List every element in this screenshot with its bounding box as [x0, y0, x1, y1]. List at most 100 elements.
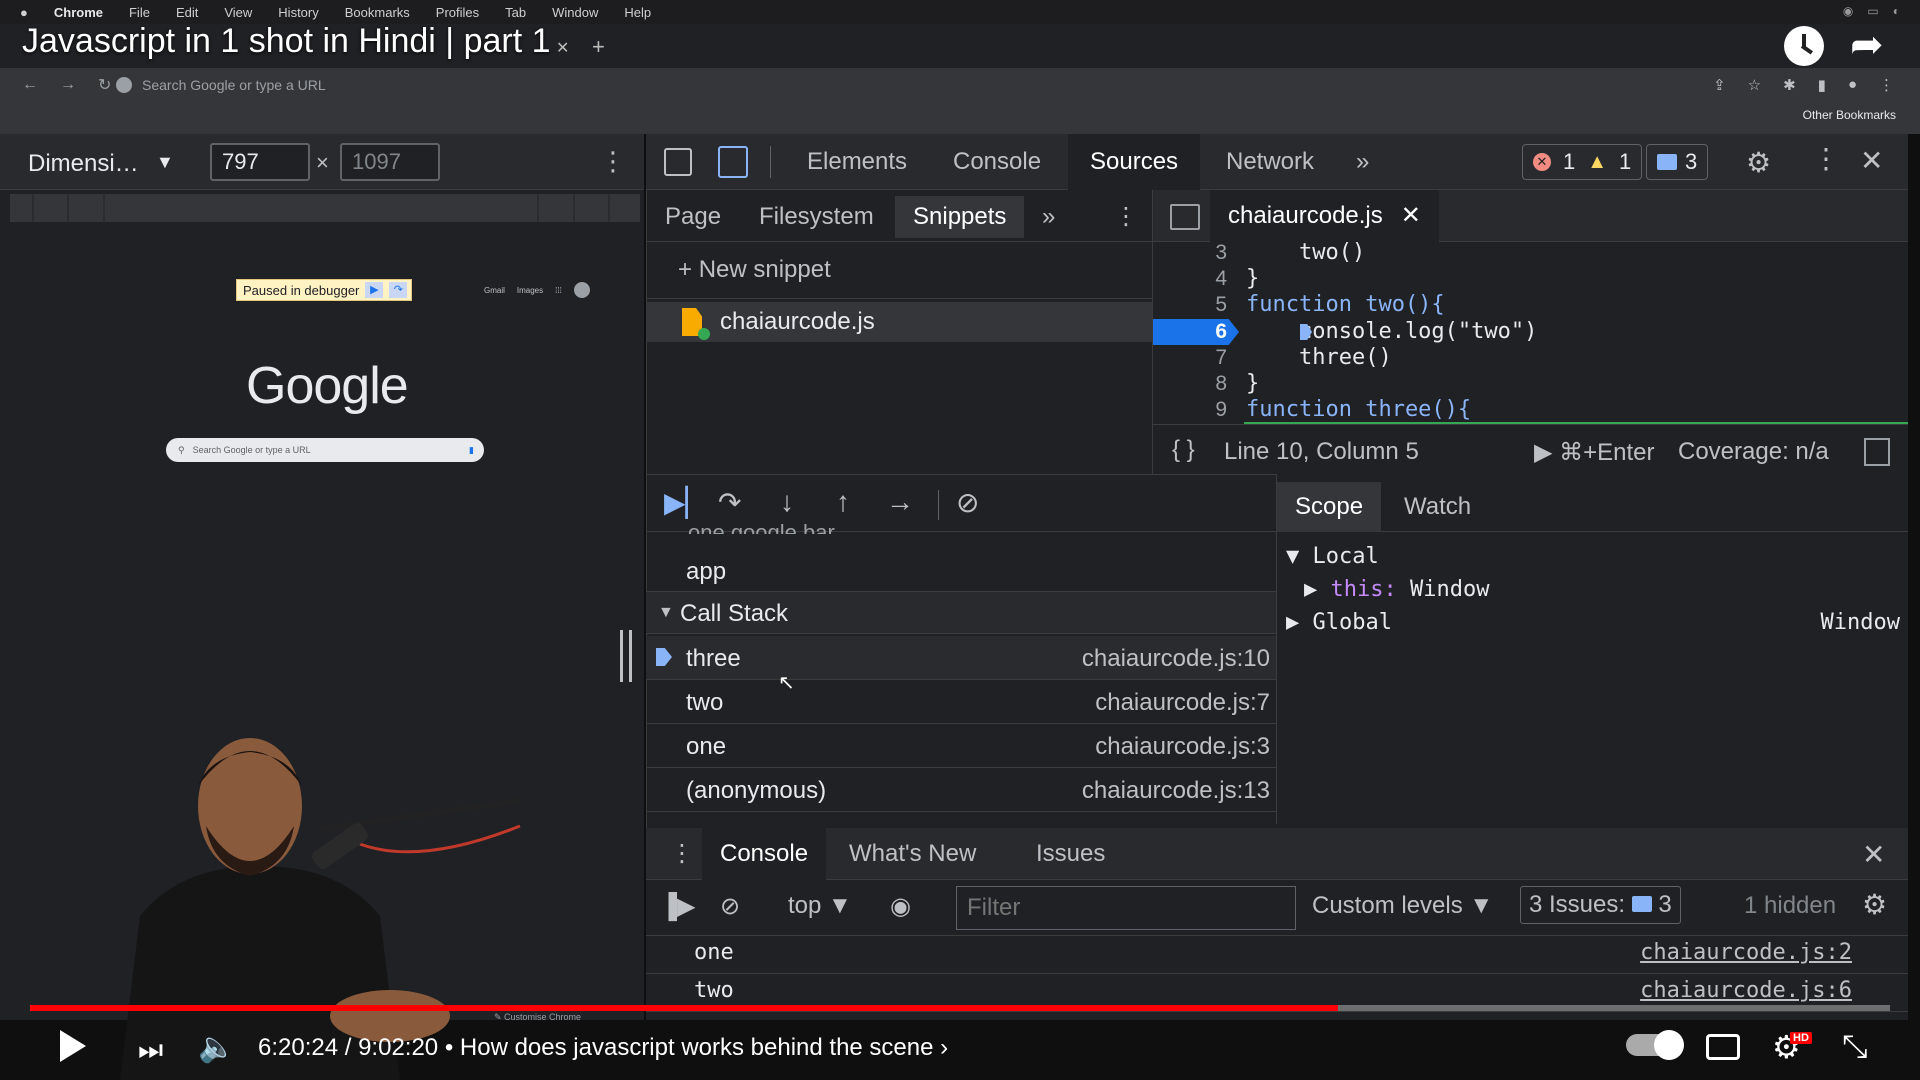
more-tabs-icon[interactable]: » — [1356, 134, 1369, 190]
call-frame-location[interactable]: chaiaurcode.js:7 — [1095, 689, 1270, 717]
message-counter[interactable]: 3 — [1646, 144, 1709, 180]
call-frame-location[interactable]: chaiaurcode.js:10 — [1082, 645, 1270, 673]
settings-gear-icon[interactable]: ⚙ — [1746, 146, 1771, 179]
watch-later-icon[interactable] — [1784, 26, 1824, 66]
local-scope-toggle[interactable]: ▼ Local — [1286, 544, 1379, 569]
line-number[interactable]: 8 — [1153, 371, 1227, 397]
back-icon[interactable]: ← — [22, 76, 38, 94]
device-more-icon[interactable]: ⋮ — [600, 146, 626, 177]
custom-levels-dropdown[interactable]: Custom levels ▼ — [1312, 892, 1493, 920]
menu-file[interactable]: File — [129, 5, 150, 20]
line-number[interactable]: 9 — [1153, 397, 1227, 423]
subtitles-icon[interactable] — [1706, 1034, 1740, 1060]
gmail-link[interactable]: Gmail — [484, 286, 505, 295]
resume-icon[interactable]: ▶▏ — [664, 486, 707, 519]
share-icon[interactable]: ➦ — [1850, 22, 1884, 68]
dropdown-arrow-icon[interactable]: ▼ — [156, 152, 174, 173]
dimensions-dropdown[interactable]: Dimensi… — [28, 150, 139, 178]
menu-app[interactable]: Chrome — [54, 5, 103, 20]
call-frame-location[interactable]: chaiaurcode.js:13 — [1082, 777, 1270, 805]
other-bookmarks[interactable]: Other Bookmarks — [1803, 108, 1896, 122]
forward-icon[interactable]: → — [60, 76, 76, 94]
devtools-close-icon[interactable]: ✕ — [1860, 144, 1883, 177]
global-scope-toggle[interactable]: ▶ Global — [1286, 610, 1392, 635]
run-snippet-button[interactable]: ▶ ⌘+Enter — [1534, 438, 1655, 467]
video-title[interactable]: Javascript in 1 shot in Hindi | part 1 — [22, 22, 551, 61]
menu-help[interactable]: Help — [624, 5, 651, 20]
mic-icon[interactable]: ▮ — [469, 445, 474, 456]
devtools-more-icon[interactable]: ⋮ — [1812, 142, 1840, 175]
apple-icon[interactable]: ● — [20, 5, 28, 20]
collapse-triangle-icon[interactable]: ▼ — [658, 604, 674, 622]
inspect-element-icon[interactable] — [664, 148, 692, 176]
list-item[interactable] — [646, 548, 1276, 592]
navigator-menu-icon[interactable]: ⋮ — [1114, 196, 1138, 238]
resize-handle[interactable] — [620, 630, 632, 682]
issue-counters[interactable]: ✕ 1 ▲ 1 — [1522, 144, 1643, 180]
menu-view[interactable]: View — [224, 5, 252, 20]
tab-elements[interactable]: Elements — [807, 134, 907, 190]
deactivate-breakpoints-icon[interactable]: ⊘ — [956, 486, 979, 519]
drawer-close-icon[interactable]: ✕ — [1862, 838, 1885, 871]
avatar[interactable] — [573, 282, 590, 298]
device-toggle-icon[interactable] — [718, 146, 748, 178]
log-source-link[interactable]: chaiaurcode.js:2 — [1640, 940, 1852, 965]
pretty-print-icon[interactable]: { } — [1172, 436, 1195, 464]
share-page-icon[interactable]: ⇪ — [1713, 76, 1726, 94]
drawer-tab-issues[interactable]: Issues — [1036, 828, 1105, 880]
address-bar[interactable]: Search Google or type a URL — [116, 72, 1116, 98]
tab-network[interactable]: Network — [1226, 134, 1314, 190]
play-icon[interactable] — [60, 1030, 86, 1062]
menu-edit[interactable]: Edit — [176, 5, 198, 20]
drawer-menu-icon[interactable]: ⋮ — [670, 828, 694, 880]
reload-icon[interactable]: ↻ — [98, 75, 111, 95]
toggle-navigator-icon[interactable] — [1170, 204, 1200, 230]
chrome-menu-icon[interactable]: ⋮ — [1879, 76, 1894, 94]
bookmark-star-icon[interactable]: ☆ — [1748, 76, 1761, 94]
editor-tab[interactable]: chaiaurcode.js ✕ — [1210, 190, 1439, 242]
close-tab-icon[interactable]: ✕ — [1401, 202, 1421, 229]
line-number[interactable]: 5 — [1153, 292, 1227, 318]
console-sidebar-icon[interactable]: ▐▶ — [660, 892, 695, 921]
chapter-title[interactable]: • How does javascript works behind the s… — [445, 1034, 948, 1061]
step-out-icon[interactable]: ↑ — [836, 486, 850, 518]
profile-icon[interactable]: ● — [1848, 76, 1857, 94]
console-filter-input[interactable] — [956, 886, 1296, 930]
drawer-tab-console[interactable]: Console — [702, 828, 827, 880]
tab-sources[interactable]: Sources — [1068, 134, 1201, 190]
drawer-tab-whats-new[interactable]: What's New — [849, 828, 976, 880]
new-tab-icon[interactable]: + — [592, 34, 605, 60]
sidepanel-icon[interactable]: ▮ — [1818, 76, 1826, 94]
menu-tab[interactable]: Tab — [505, 5, 526, 20]
line-number-active[interactable]: 6 — [1153, 319, 1227, 345]
log-source-link[interactable]: chaiaurcode.js:6 — [1640, 978, 1852, 1003]
tab-close-icon[interactable]: ✕ — [556, 38, 569, 58]
volume-icon[interactable]: 🔈 — [198, 1030, 235, 1065]
tab-snippets[interactable]: Snippets — [895, 196, 1025, 238]
step-icon[interactable]: → — [886, 486, 914, 518]
next-video-icon[interactable]: ⏭ — [138, 1034, 163, 1067]
step-over-icon[interactable]: ↷ — [718, 486, 741, 519]
autoplay-toggle[interactable] — [1626, 1030, 1684, 1060]
menu-history[interactable]: History — [278, 5, 318, 20]
line-number[interactable]: 4 — [1153, 266, 1227, 292]
tab-filesystem[interactable]: Filesystem — [759, 196, 874, 238]
line-number[interactable]: 7 — [1153, 345, 1227, 371]
exit-fullscreen-icon[interactable]: ⤡ — [1842, 1028, 1868, 1066]
coverage-toggle-icon[interactable] — [1864, 438, 1890, 466]
console-settings-icon[interactable]: ⚙ — [1862, 888, 1887, 921]
width-input[interactable]: 797 — [210, 143, 310, 181]
navigator-more-icon[interactable]: » — [1042, 196, 1055, 238]
context-selector[interactable]: top ▼ — [788, 892, 852, 920]
video-time-and-chapter[interactable]: 6:20:24 / 9:02:20 • How does javascript … — [258, 1034, 948, 1062]
apps-grid-icon[interactable]: ⁞⁞⁞ — [555, 286, 562, 295]
tab-console[interactable]: Console — [953, 134, 1041, 190]
extensions-icon[interactable]: ✱ — [1783, 76, 1796, 94]
clear-console-icon[interactable]: ⊘ — [720, 892, 740, 921]
google-search-box[interactable]: ⚲ Search Google or type a URL ▮ — [166, 438, 484, 462]
step-over-overlay-button[interactable]: ↷ — [389, 282, 408, 298]
menu-bookmarks[interactable]: Bookmarks — [345, 5, 410, 20]
height-input[interactable]: 1097 — [340, 143, 440, 181]
this-binding[interactable]: ▶ this: Window — [1304, 577, 1489, 602]
menu-window[interactable]: Window — [552, 5, 598, 20]
